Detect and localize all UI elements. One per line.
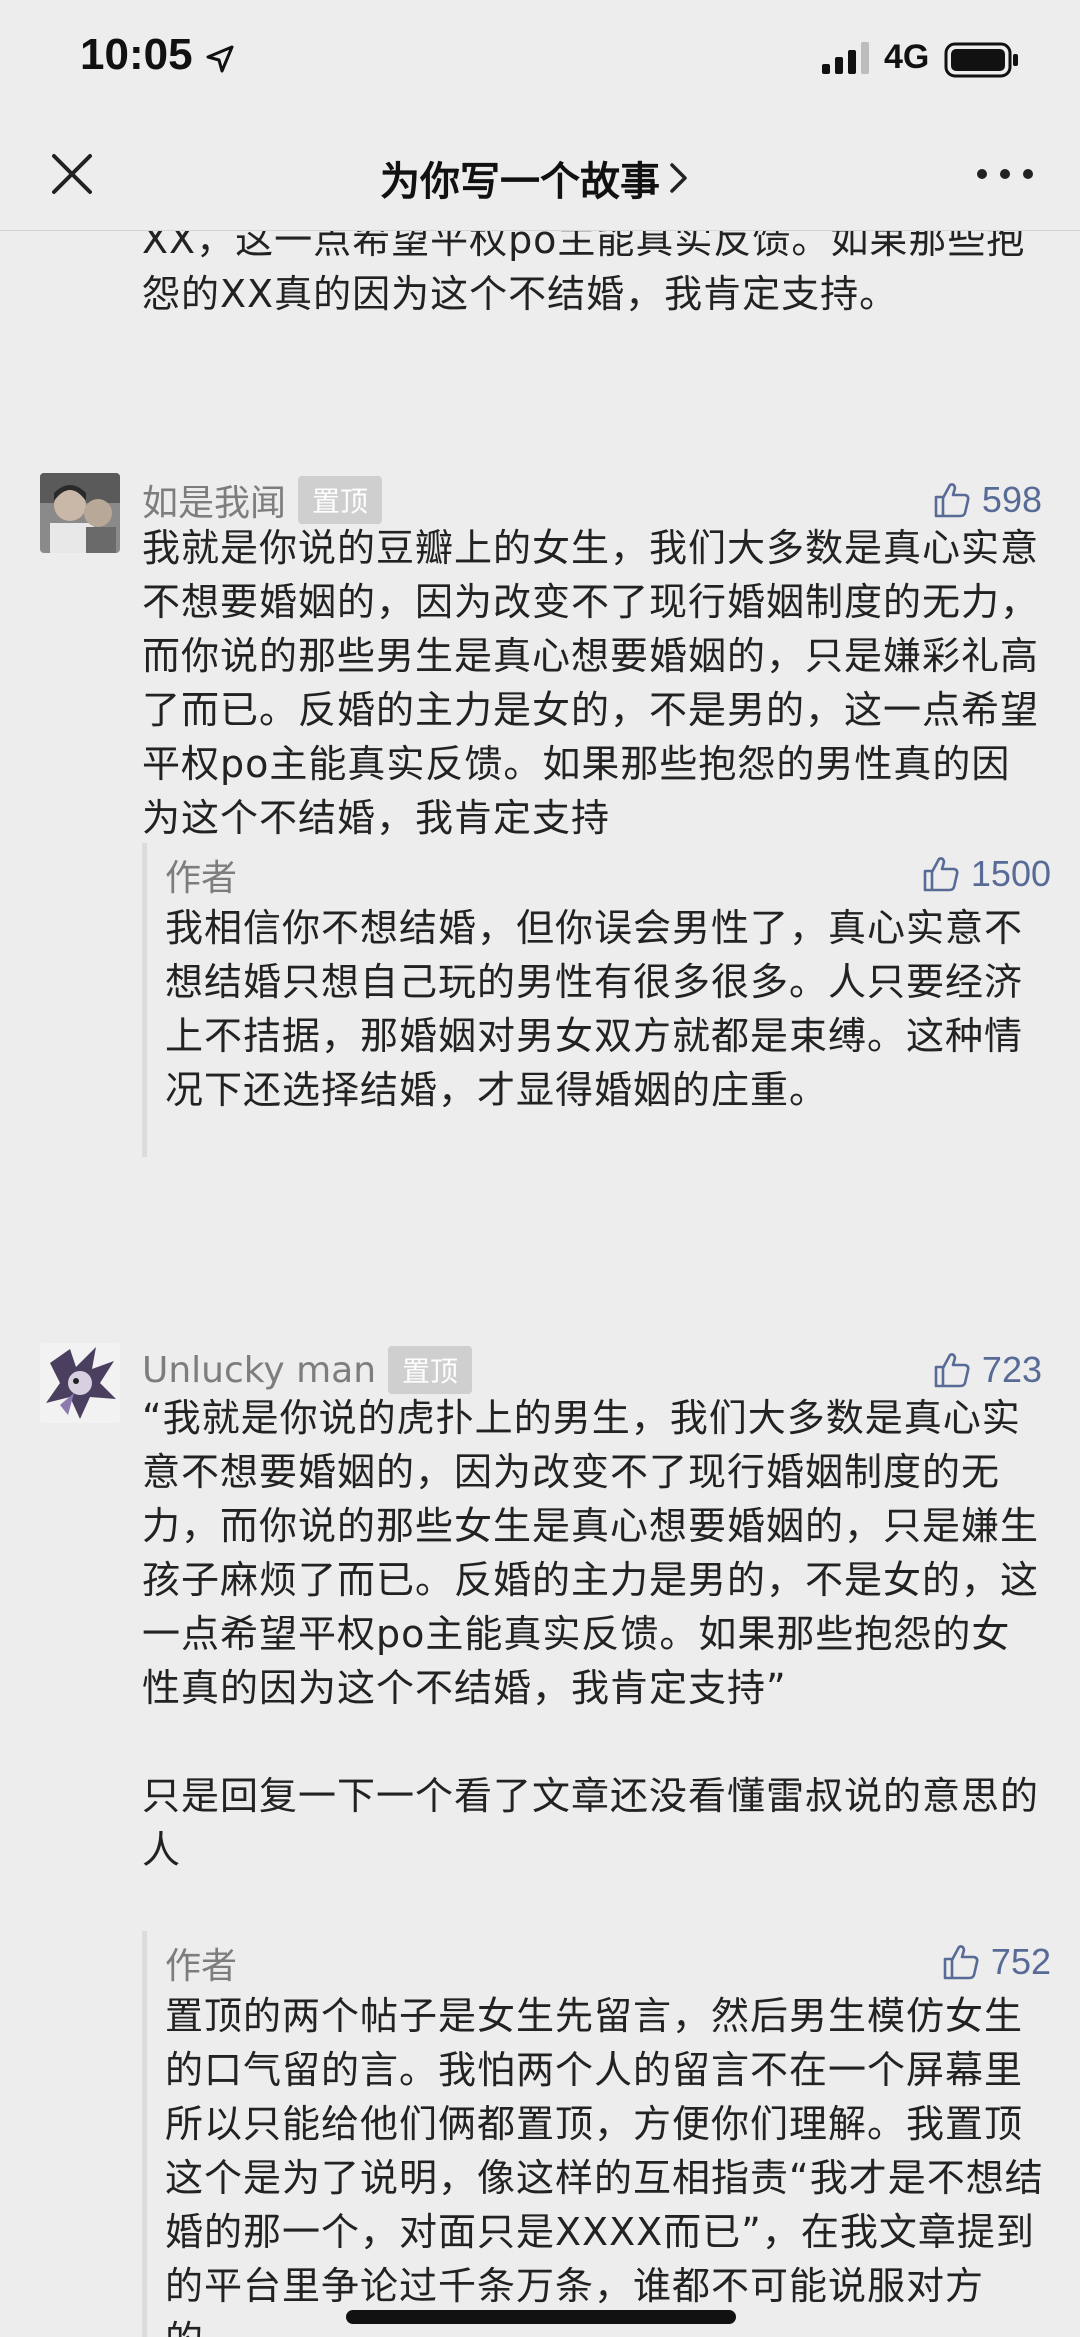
avatar[interactable] [40,1343,120,1423]
reply-like-button[interactable]: 752 [941,1935,1051,1989]
pinned-badge: 置顶 [298,476,383,524]
comment-text-followup: 只是回复一下一个看了文章还没看懂雷叔说的意思的人 [142,1774,1040,1872]
comments-feed: XX，这一点希望平权po主能真实反馈。如果那些抱怨的XX真的因为这个不结婚，我肯… [0,231,1080,2337]
like-count: 723 [981,1349,1042,1390]
thumbs-up-icon [934,483,970,518]
network-type: 4G [884,38,930,76]
commenter-name[interactable]: Unlucky man [142,1350,376,1391]
avatar-image [40,1343,120,1423]
avatar[interactable] [40,473,120,553]
close-icon[interactable] [40,142,104,206]
page-title: 为你写一个故事 [380,159,660,205]
cellular-signal-icon [822,42,869,74]
thumbs-up-icon [943,1945,979,1980]
pinned-badge: 置顶 [388,1346,473,1394]
more-options-icon[interactable] [970,142,1040,206]
status-time: 10:05 [80,30,193,79]
reply-author: 作者 [165,1946,238,1987]
nav-bar: 为你写一个故事 [0,120,1080,231]
reply-text: 我相信你不想结婚，但你误会男性了，真心实意不想结婚只想自己玩的男性有很多很多。人… [165,906,1024,1112]
like-count: 1500 [970,853,1051,894]
home-indicator[interactable] [346,2310,736,2324]
chevron-right-icon [670,163,687,193]
comment-text: 我就是你说的豆瓣上的女生，我们大多数是真心实意不想要婚姻的，因为改变不了现行婚姻… [142,526,1040,840]
reply-author: 作者 [165,858,238,899]
status-bar: 10:05 4G [0,0,1080,120]
location-arrow-icon [206,45,234,73]
previous-comment-fragment: XX，这一点希望平权po主能真实反馈。如果那些抱怨的XX真的因为这个不结婚，我肯… [142,231,1026,316]
reply-like-button[interactable]: 1500 [921,847,1051,901]
like-button[interactable]: 598 [932,473,1042,527]
commenter-name[interactable]: 如是我闻 [142,474,286,526]
comment-header: 如是我闻 置顶 [142,473,383,527]
comment-text: “我就是你说的虎扑上的男生，我们大多数是真心实意不想要婚姻的，因为改变不了现行婚… [142,1396,1040,1710]
nav-title-link[interactable]: 为你写一个故事 [380,150,690,206]
battery-icon [944,42,1018,78]
like-button[interactable]: 723 [932,1343,1042,1397]
like-count: 598 [981,479,1042,520]
like-count: 752 [990,1941,1051,1982]
comment-header: Unlucky man 置顶 [142,1343,473,1397]
avatar-image [40,473,120,553]
reply-text: 置顶的两个帖子是女生先留言，然后男生模仿女生的口气留的言。我怕两个人的留言不在一… [165,1994,1044,2337]
thumbs-up-icon [923,857,959,892]
author-reply: 作者 752 置顶的两个帖子是女生先留言，然后男生模仿女生的口气留的言。我怕两个… [142,1931,1051,2337]
thumbs-up-icon [934,1353,970,1388]
author-reply: 作者 1500 我相信你不想结婚，但你误会男性了，真心实意不想结婚只想自己玩的男… [142,843,1051,1157]
